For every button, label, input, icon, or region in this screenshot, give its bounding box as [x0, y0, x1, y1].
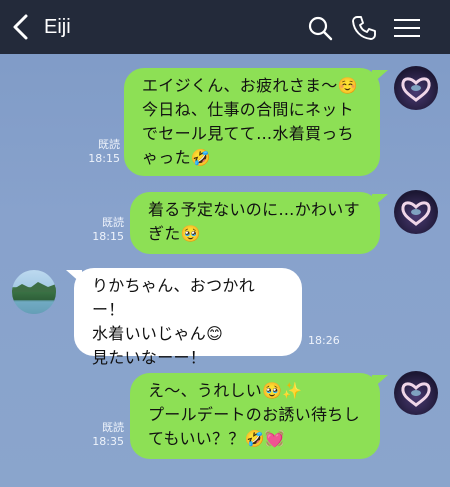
message-bubble-incoming[interactable]: りかちゃん、おつかれー！ 水着いいじゃん😊 見たいなーー！ — [74, 268, 302, 367]
avatar[interactable] — [12, 270, 56, 314]
message-bubble-outgoing[interactable]: 着る予定ないのに…かわいす ぎた🥹 — [130, 192, 380, 254]
message-time: 18:26 — [308, 334, 340, 347]
avatar[interactable] — [394, 371, 438, 415]
landscape-photo-icon — [12, 282, 56, 314]
message-meta: 既読 18:15 — [78, 138, 120, 166]
message-time: 18:15 — [88, 152, 120, 165]
read-receipt: 既読 — [98, 138, 120, 151]
message-meta: 既読 18:35 — [84, 421, 124, 449]
avatar[interactable] — [394, 66, 438, 110]
search-icon[interactable] — [306, 14, 334, 42]
back-chevron-icon[interactable] — [8, 12, 34, 42]
message-time: 18:35 — [92, 435, 124, 448]
heart-hands-icon — [401, 77, 431, 102]
phone-icon[interactable] — [350, 14, 378, 42]
read-receipt: 既読 — [102, 421, 124, 434]
message-bubble-outgoing[interactable]: エイジくん、お疲れさま〜☺️ 今日ね、仕事の合間にネット でセール見てて…水着買… — [124, 68, 380, 176]
heart-hands-icon — [401, 382, 431, 407]
contact-name[interactable]: Eiji — [44, 14, 71, 40]
avatar[interactable] — [394, 190, 438, 234]
chat-header: Eiji — [0, 0, 450, 54]
message-bubble-outgoing[interactable]: え〜、うれしい🥹✨ プールデートのお誘い待ちし てもいい？？🤣💓 — [130, 373, 380, 459]
heart-hands-icon — [401, 201, 431, 226]
menu-icon[interactable] — [392, 14, 422, 42]
read-receipt: 既読 — [102, 216, 124, 229]
message-time: 18:15 — [92, 230, 124, 243]
message-meta: 既読 18:15 — [84, 216, 124, 244]
